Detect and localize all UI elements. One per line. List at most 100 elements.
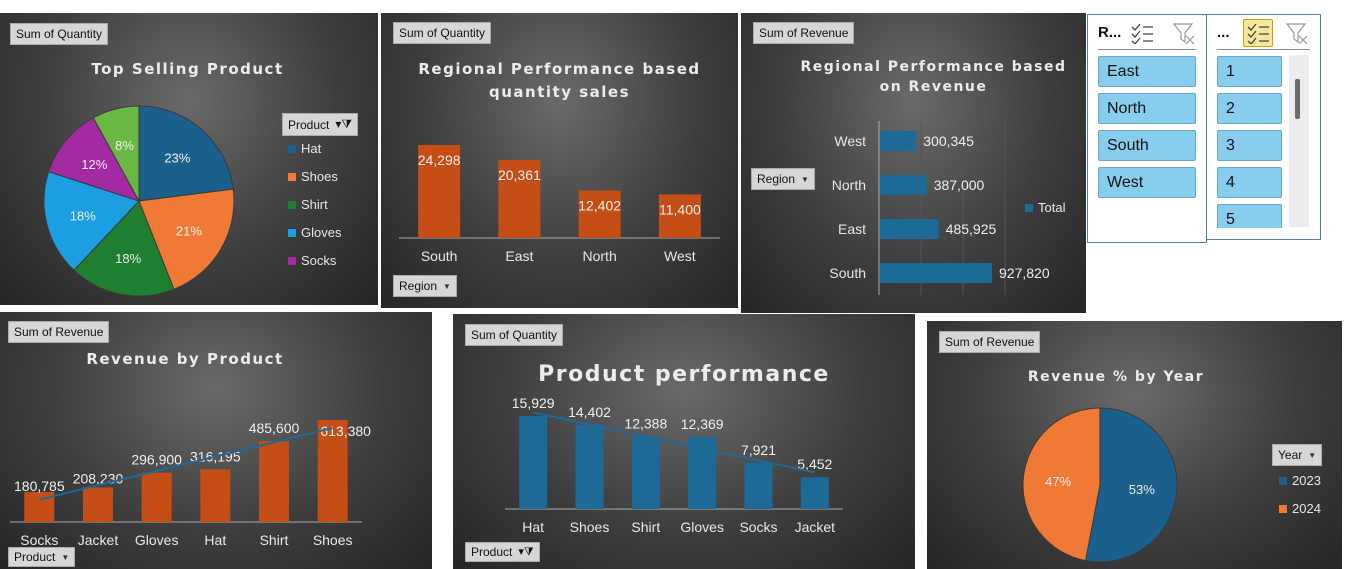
bar <box>519 416 548 509</box>
bar <box>880 263 992 283</box>
slicer-item[interactable]: 5 <box>1217 204 1282 228</box>
legend-label: 2023 <box>1292 473 1321 488</box>
data-label: 387,000 <box>934 177 985 193</box>
bar <box>880 131 917 151</box>
slicer-scrollbar[interactable] <box>1289 55 1309 227</box>
x-tick-label: Gloves <box>680 519 724 535</box>
legend-label: Total <box>1038 200 1066 215</box>
slicer-item[interactable]: East <box>1098 56 1196 87</box>
region-filter-button[interactable]: Region ▼ <box>393 275 457 297</box>
data-label: 300,345 <box>923 133 974 149</box>
revenue-by-year-chart[interactable]: Sum of Revenue Revenue % by Year 53% 47% … <box>927 321 1342 569</box>
product-filter-button[interactable]: Product ▼ <box>8 547 76 567</box>
month-slicer[interactable]: ... 1 2 3 4 5 <box>1206 14 1321 240</box>
slicer-header: R... <box>1098 24 1122 41</box>
product-filter-button[interactable]: Product ▾⧩ <box>465 542 540 562</box>
bar <box>880 175 927 195</box>
legend-label: Shoes <box>301 169 338 184</box>
data-label: 15,929 <box>512 395 555 411</box>
slicer-item[interactable]: West <box>1098 167 1196 198</box>
data-label: 21% <box>176 224 202 239</box>
data-label: 23% <box>164 150 190 165</box>
bar-chart-plot: South 24,298 East 20,361 North 12,402 West 11,4… <box>399 145 720 264</box>
regional-quantity-chart[interactable]: Sum of Quantity Regional Performance bas… <box>381 13 738 308</box>
clear-filter-icon[interactable] <box>1285 22 1309 44</box>
x-tick-label: Shirt <box>260 532 289 548</box>
regional-revenue-chart[interactable]: Sum of Revenue Regional Performance base… <box>741 13 1086 313</box>
bar <box>141 472 172 522</box>
top-selling-product-chart[interactable]: Sum of Quantity Top Selling Product 23% 2… <box>0 13 378 305</box>
slicer-item[interactable]: South <box>1098 130 1196 161</box>
year-filter-button[interactable]: Year ▼ <box>1272 444 1323 466</box>
x-tick-label: Shirt <box>631 519 660 535</box>
horizontal-bar-chart-plot: West 300,345 North 387,000 East 485,925 South 9… <box>829 121 1050 295</box>
legend-item: Hat <box>288 141 321 156</box>
x-tick-label: Socks <box>20 532 58 548</box>
legend-swatch <box>288 228 296 237</box>
slicer-item[interactable]: 3 <box>1217 130 1282 161</box>
multi-select-active-icon[interactable] <box>1243 19 1273 47</box>
y-tick-label: West <box>834 133 866 149</box>
data-label: 14,402 <box>568 404 611 420</box>
data-label: 24,298 <box>418 152 461 168</box>
filter-label: Product <box>471 545 513 559</box>
data-label: 7,921 <box>741 442 776 458</box>
bar <box>631 436 660 509</box>
revenue-by-product-chart[interactable]: Sum of Revenue Revenue by Product Socks 1… <box>0 312 432 569</box>
dropdown-arrow-icon: ▼ <box>443 281 451 291</box>
multi-select-icon[interactable] <box>1130 22 1154 44</box>
bar <box>800 477 829 509</box>
product-performance-chart[interactable]: Sum of Quantity Product performance Hat 1… <box>453 314 915 569</box>
filter-label: Product <box>288 117 330 132</box>
filter-label: Product <box>14 550 56 564</box>
data-label: 12,388 <box>624 416 667 432</box>
legend-swatch <box>1279 476 1287 485</box>
x-tick-label: Hat <box>204 532 226 548</box>
slicer-item[interactable]: 4 <box>1217 167 1282 198</box>
bar <box>83 487 113 522</box>
scrollbar-thumb[interactable] <box>1295 79 1300 119</box>
x-tick-label: Hat <box>522 519 544 535</box>
dropdown-arrow-icon: ▼ <box>61 552 70 562</box>
bar <box>880 219 939 239</box>
x-tick-label: Shoes <box>313 532 353 548</box>
data-label: 485,925 <box>946 221 997 237</box>
data-label: 47% <box>1045 474 1071 489</box>
product-filter-button[interactable]: Product ▾⧩ <box>282 113 359 136</box>
data-label: 18% <box>115 251 141 266</box>
data-label: 18% <box>70 208 96 223</box>
data-label: 613,380 <box>320 423 371 439</box>
legend-swatch <box>288 144 296 153</box>
legend-item: 2024 <box>1279 501 1321 516</box>
x-tick-label: Gloves <box>135 532 179 548</box>
slicer-divider <box>1098 49 1196 50</box>
x-tick-label: Socks <box>739 519 777 535</box>
filter-funnel-icon: ▾⧩ <box>518 546 534 558</box>
y-tick-label: North <box>832 177 866 193</box>
dropdown-arrow-icon: ▼ <box>801 174 809 184</box>
legend-item: Shoes <box>288 169 338 184</box>
y-tick-label: East <box>838 221 866 237</box>
x-tick-label: Shoes <box>570 519 610 535</box>
region-slicer[interactable]: R... East North South West <box>1087 14 1207 243</box>
x-tick-label: Jacket <box>78 532 119 548</box>
x-tick-label: East <box>505 248 533 264</box>
legend-swatch <box>1025 203 1033 212</box>
legend-label: Socks <box>301 253 337 268</box>
data-label: 180,785 <box>14 478 65 494</box>
slicer-divider <box>1217 49 1310 50</box>
data-label: 208,230 <box>73 470 124 486</box>
legend-label: Hat <box>301 141 322 156</box>
legend-swatch <box>288 256 296 265</box>
data-label: 12,402 <box>578 198 621 214</box>
clear-filter-icon[interactable] <box>1172 22 1196 44</box>
data-label: 296,900 <box>131 452 182 468</box>
data-label: 8% <box>115 138 134 153</box>
slicer-item[interactable]: 1 <box>1217 56 1282 87</box>
data-label: 12% <box>81 157 107 172</box>
region-filter-button[interactable]: Region ▼ <box>751 168 815 190</box>
slicer-item[interactable]: 2 <box>1217 93 1282 124</box>
slicer-header: ... <box>1217 24 1230 41</box>
slicer-item[interactable]: North <box>1098 93 1196 124</box>
data-label: 53% <box>1129 482 1155 497</box>
